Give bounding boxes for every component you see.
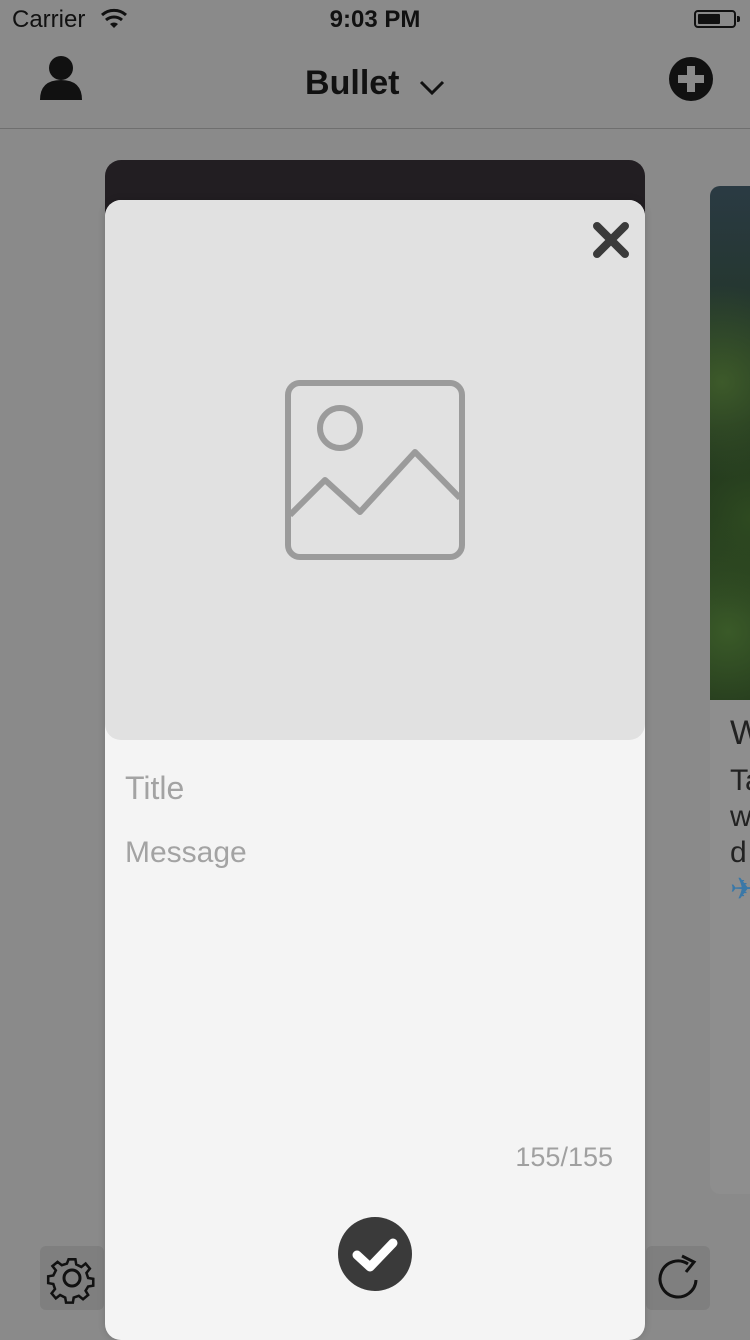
submit-button[interactable] bbox=[337, 1216, 413, 1292]
feed-selector[interactable]: Bullet bbox=[0, 64, 750, 105]
card-text-line: d bbox=[730, 836, 747, 869]
card-photo bbox=[710, 186, 750, 700]
chevron-down-icon bbox=[419, 66, 445, 105]
plus-circle-icon[interactable] bbox=[668, 56, 714, 102]
nav-bar: Bullet bbox=[0, 40, 750, 129]
clock: 9:03 PM bbox=[329, 6, 421, 33]
card-text-line: Ta bbox=[730, 764, 750, 797]
refresh-icon bbox=[658, 1254, 698, 1299]
background-card-right[interactable]: W Ta w d ✈ bbox=[710, 186, 750, 1194]
settings-button[interactable] bbox=[40, 1246, 104, 1310]
refresh-button[interactable] bbox=[646, 1246, 710, 1310]
image-placeholder-icon bbox=[285, 380, 465, 560]
message-input[interactable] bbox=[125, 836, 625, 1136]
card-heading: W bbox=[730, 714, 750, 752]
airplane-icon: ✈ bbox=[730, 873, 750, 906]
page-title: Bullet bbox=[305, 64, 400, 102]
status-bar: Carrier 9:03 PM bbox=[0, 0, 750, 40]
character-count: 155/155 bbox=[515, 1142, 613, 1172]
card-text-line: w bbox=[730, 800, 750, 833]
compose-modal: 155/155 bbox=[105, 200, 645, 1340]
checkmark-icon bbox=[338, 1217, 412, 1291]
close-icon[interactable] bbox=[591, 220, 631, 260]
image-picker[interactable] bbox=[105, 200, 645, 740]
title-input[interactable] bbox=[125, 768, 625, 808]
battery-icon bbox=[694, 10, 740, 28]
gear-icon bbox=[46, 1258, 95, 1304]
